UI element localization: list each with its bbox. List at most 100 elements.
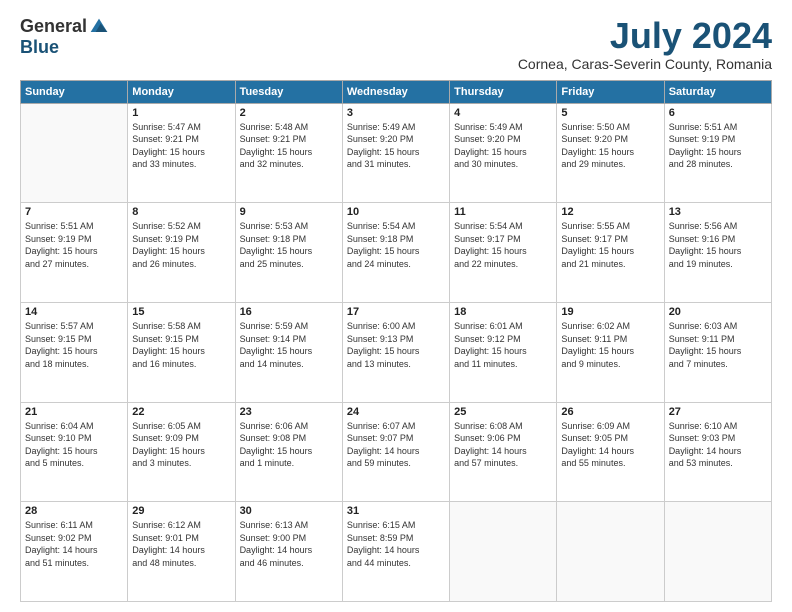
cell-info: Sunrise: 6:06 AM Sunset: 9:08 PM Dayligh… (240, 420, 338, 470)
cell-info: Sunrise: 5:48 AM Sunset: 9:21 PM Dayligh… (240, 121, 338, 171)
cell-info: Sunrise: 6:00 AM Sunset: 9:13 PM Dayligh… (347, 320, 445, 370)
cell-info: Sunrise: 5:54 AM Sunset: 9:17 PM Dayligh… (454, 220, 552, 270)
day-header-wednesday: Wednesday (342, 80, 449, 103)
calendar-cell: 28 Sunrise: 6:11 AM Sunset: 9:02 PM Dayli… (21, 502, 128, 602)
cell-info: Sunrise: 6:01 AM Sunset: 9:12 PM Dayligh… (454, 320, 552, 370)
calendar-cell (21, 103, 128, 203)
cell-info: Sunrise: 6:03 AM Sunset: 9:11 PM Dayligh… (669, 320, 767, 370)
calendar-week-row: 1 Sunrise: 5:47 AM Sunset: 9:21 PM Daylig… (21, 103, 772, 203)
cell-info: Sunrise: 5:49 AM Sunset: 9:20 PM Dayligh… (454, 121, 552, 171)
cell-date: 31 (347, 505, 445, 517)
calendar-week-row: 14Sunrise: 5:57 AM Sunset: 9:15 PM Dayli… (21, 302, 772, 402)
cell-date: 12 (561, 206, 659, 218)
cell-date: 4 (454, 107, 552, 119)
cell-info: Sunrise: 5:50 AM Sunset: 9:20 PM Dayligh… (561, 121, 659, 171)
calendar-cell: 18 Sunrise: 6:01 AM Sunset: 9:12 PM Dayli… (450, 302, 557, 402)
calendar-cell: 15 Sunrise: 5:58 AM Sunset: 9:15 PM Dayli… (128, 302, 235, 402)
calendar-cell: 3 Sunrise: 5:49 AM Sunset: 9:20 PM Daylig… (342, 103, 449, 203)
cell-date: 20 (669, 306, 767, 318)
cell-info: Sunrise: 6:05 AM Sunset: 9:09 PM Dayligh… (132, 420, 230, 470)
cell-info: Sunrise: 5:51 AM Sunset: 9:19 PM Dayligh… (669, 121, 767, 171)
cell-date: 15 (132, 306, 230, 318)
cell-info: Sunrise: 6:02 AM Sunset: 9:11 PM Dayligh… (561, 320, 659, 370)
cell-date: 22 (132, 406, 230, 418)
calendar-cell: 29 Sunrise: 6:12 AM Sunset: 9:01 PM Dayli… (128, 502, 235, 602)
calendar-cell: 10 Sunrise: 5:54 AM Sunset: 9:18 PM Dayli… (342, 203, 449, 303)
cell-date: 10 (347, 206, 445, 218)
cell-date: 2 (240, 107, 338, 119)
calendar-cell: 25 Sunrise: 6:08 AM Sunset: 9:06 PM Dayli… (450, 402, 557, 502)
cell-date: 24 (347, 406, 445, 418)
cell-date: 28 (25, 505, 123, 517)
day-header-saturday: Saturday (664, 80, 771, 103)
cell-date: 19 (561, 306, 659, 318)
cell-info: Sunrise: 5:51 AM Sunset: 9:19 PM Dayligh… (25, 220, 123, 270)
calendar-cell: 26 Sunrise: 6:09 AM Sunset: 9:05 PM Dayli… (557, 402, 664, 502)
cell-info: Sunrise: 6:10 AM Sunset: 9:03 PM Dayligh… (669, 420, 767, 470)
cell-date: 3 (347, 107, 445, 119)
calendar-week-row: 28 Sunrise: 6:11 AM Sunset: 9:02 PM Dayli… (21, 502, 772, 602)
logo-general: General (20, 16, 87, 37)
calendar-header-row: SundayMondayTuesdayWednesdayThursdayFrid… (21, 80, 772, 103)
calendar-cell (557, 502, 664, 602)
cell-date: 23 (240, 406, 338, 418)
calendar-cell: 7Sunrise: 5:51 AM Sunset: 9:19 PM Daylig… (21, 203, 128, 303)
cell-date: 6 (669, 107, 767, 119)
calendar-cell: 31Sunrise: 6:15 AM Sunset: 8:59 PM Dayli… (342, 502, 449, 602)
calendar-cell (450, 502, 557, 602)
logo: General Blue (20, 16, 109, 58)
calendar-cell: 5 Sunrise: 5:50 AM Sunset: 9:20 PM Daylig… (557, 103, 664, 203)
calendar-week-row: 21Sunrise: 6:04 AM Sunset: 9:10 PM Dayli… (21, 402, 772, 502)
cell-info: Sunrise: 5:59 AM Sunset: 9:14 PM Dayligh… (240, 320, 338, 370)
day-header-sunday: Sunday (21, 80, 128, 103)
cell-info: Sunrise: 5:54 AM Sunset: 9:18 PM Dayligh… (347, 220, 445, 270)
cell-info: Sunrise: 5:47 AM Sunset: 9:21 PM Dayligh… (132, 121, 230, 171)
cell-date: 9 (240, 206, 338, 218)
calendar-cell: 23 Sunrise: 6:06 AM Sunset: 9:08 PM Dayli… (235, 402, 342, 502)
calendar-cell: 2 Sunrise: 5:48 AM Sunset: 9:21 PM Daylig… (235, 103, 342, 203)
calendar-cell: 16 Sunrise: 5:59 AM Sunset: 9:14 PM Dayli… (235, 302, 342, 402)
cell-date: 25 (454, 406, 552, 418)
cell-date: 11 (454, 206, 552, 218)
cell-info: Sunrise: 5:58 AM Sunset: 9:15 PM Dayligh… (132, 320, 230, 370)
page: General Blue July 2024 Cornea, Caras-Sev… (0, 0, 792, 612)
calendar-cell: 21Sunrise: 6:04 AM Sunset: 9:10 PM Dayli… (21, 402, 128, 502)
cell-date: 17 (347, 306, 445, 318)
calendar-cell: 24Sunrise: 6:07 AM Sunset: 9:07 PM Dayli… (342, 402, 449, 502)
cell-date: 30 (240, 505, 338, 517)
day-header-thursday: Thursday (450, 80, 557, 103)
cell-date: 8 (132, 206, 230, 218)
calendar-cell: 14Sunrise: 5:57 AM Sunset: 9:15 PM Dayli… (21, 302, 128, 402)
cell-date: 5 (561, 107, 659, 119)
cell-info: Sunrise: 5:49 AM Sunset: 9:20 PM Dayligh… (347, 121, 445, 171)
calendar-cell (664, 502, 771, 602)
header: General Blue July 2024 Cornea, Caras-Sev… (20, 16, 772, 72)
calendar-table: SundayMondayTuesdayWednesdayThursdayFrid… (20, 80, 772, 602)
calendar-cell: 13Sunrise: 5:56 AM Sunset: 9:16 PM Dayli… (664, 203, 771, 303)
calendar-cell: 1 Sunrise: 5:47 AM Sunset: 9:21 PM Daylig… (128, 103, 235, 203)
cell-date: 16 (240, 306, 338, 318)
calendar-cell: 19 Sunrise: 6:02 AM Sunset: 9:11 PM Dayli… (557, 302, 664, 402)
calendar-cell: 20 Sunrise: 6:03 AM Sunset: 9:11 PM Dayli… (664, 302, 771, 402)
logo-icon (89, 17, 109, 37)
cell-date: 1 (132, 107, 230, 119)
title-block: July 2024 Cornea, Caras-Severin County, … (518, 16, 772, 72)
cell-info: Sunrise: 6:08 AM Sunset: 9:06 PM Dayligh… (454, 420, 552, 470)
cell-info: Sunrise: 5:57 AM Sunset: 9:15 PM Dayligh… (25, 320, 123, 370)
calendar-cell: 6 Sunrise: 5:51 AM Sunset: 9:19 PM Daylig… (664, 103, 771, 203)
cell-info: Sunrise: 6:13 AM Sunset: 9:00 PM Dayligh… (240, 519, 338, 569)
cell-info: Sunrise: 6:11 AM Sunset: 9:02 PM Dayligh… (25, 519, 123, 569)
cell-info: Sunrise: 5:52 AM Sunset: 9:19 PM Dayligh… (132, 220, 230, 270)
calendar-cell: 12Sunrise: 5:55 AM Sunset: 9:17 PM Dayli… (557, 203, 664, 303)
cell-info: Sunrise: 6:12 AM Sunset: 9:01 PM Dayligh… (132, 519, 230, 569)
cell-info: Sunrise: 6:09 AM Sunset: 9:05 PM Dayligh… (561, 420, 659, 470)
calendar-cell: 4 Sunrise: 5:49 AM Sunset: 9:20 PM Daylig… (450, 103, 557, 203)
cell-date: 18 (454, 306, 552, 318)
calendar-cell: 27Sunrise: 6:10 AM Sunset: 9:03 PM Dayli… (664, 402, 771, 502)
main-title: July 2024 (518, 16, 772, 56)
calendar-cell: 11 Sunrise: 5:54 AM Sunset: 9:17 PM Dayli… (450, 203, 557, 303)
cell-date: 26 (561, 406, 659, 418)
calendar-cell: 9Sunrise: 5:53 AM Sunset: 9:18 PM Daylig… (235, 203, 342, 303)
calendar-cell: 8 Sunrise: 5:52 AM Sunset: 9:19 PM Daylig… (128, 203, 235, 303)
cell-date: 29 (132, 505, 230, 517)
